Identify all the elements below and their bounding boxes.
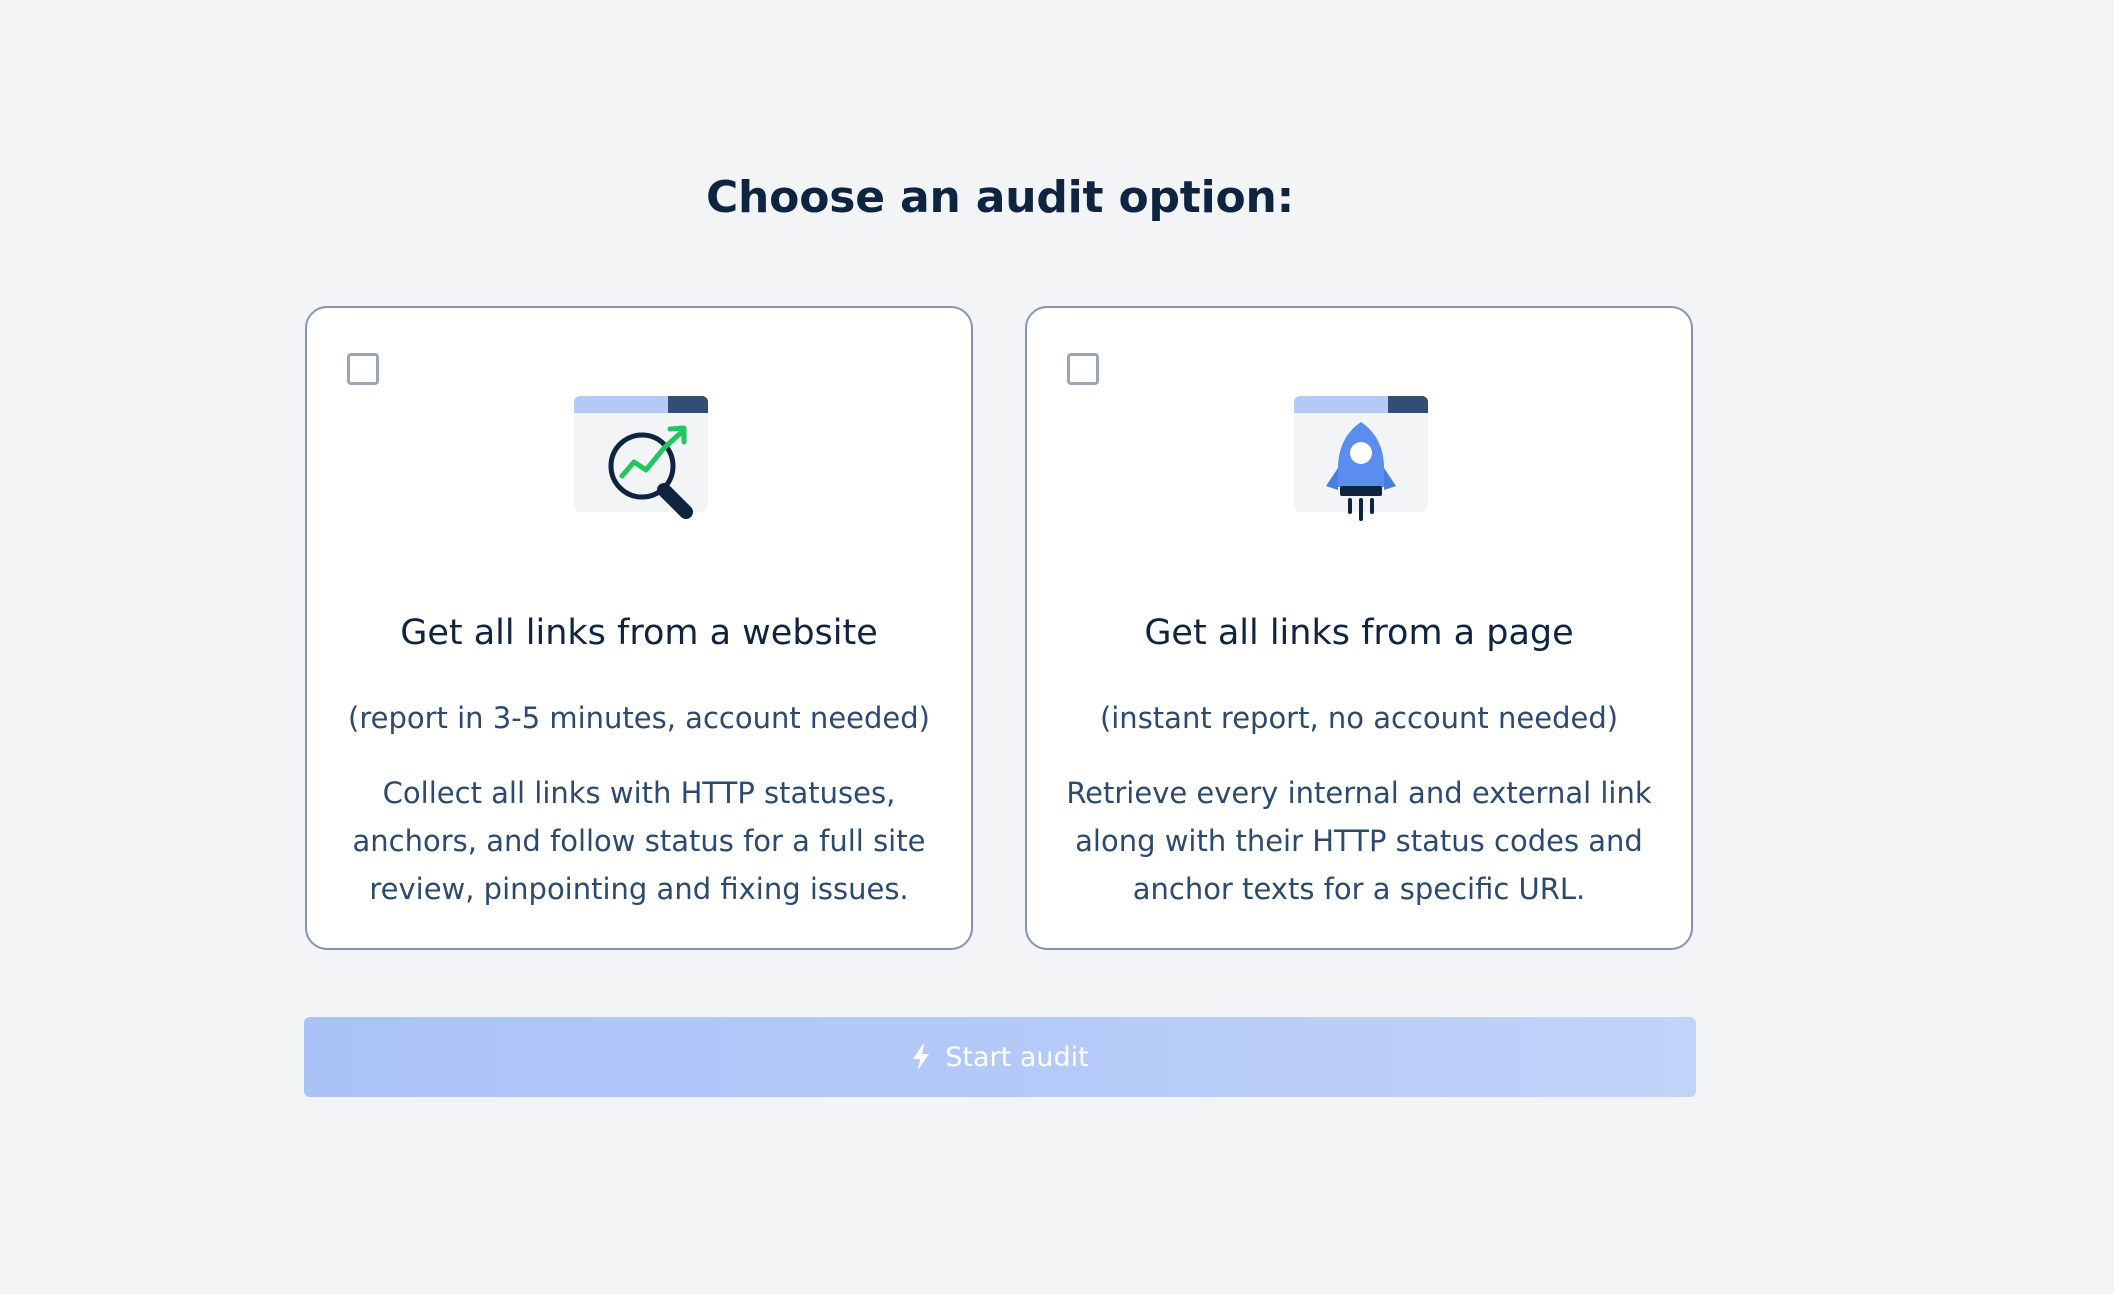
page-option-checkbox[interactable] [1067, 353, 1099, 385]
website-option-checkbox[interactable] [347, 353, 379, 385]
audit-option-website[interactable]: Get all links from a website (report in … [305, 306, 973, 950]
description-line: review, pinpointing and fixing issues. [369, 872, 909, 906]
description-line: anchors, and follow status for a full si… [352, 824, 926, 858]
lightning-icon [913, 1044, 930, 1070]
option-subtitle: (report in 3-5 minutes, account needed) [348, 701, 930, 735]
description-line: anchor texts for a specific URL. [1132, 872, 1586, 906]
option-description: Retrieve every internal and external lin… [1057, 769, 1661, 913]
start-audit-label: Start audit [945, 1041, 1089, 1073]
option-description: Collect all links with HTTP statuses, an… [337, 769, 941, 913]
magnifier-growth-icon [574, 396, 708, 519]
description-line: Retrieve every internal and external lin… [1066, 776, 1652, 810]
audit-option-page[interactable]: Get all links from a page (instant repor… [1025, 306, 1693, 950]
rocket-icon [1294, 396, 1428, 521]
option-title: Get all links from a website [400, 613, 878, 653]
option-title: Get all links from a page [1144, 613, 1574, 653]
description-line: Collect all links with HTTP statuses, [382, 776, 896, 810]
description-line: along with their HTTP status codes and [1075, 824, 1643, 858]
option-subtitle: (instant report, no account needed) [1099, 701, 1619, 735]
start-audit-button[interactable]: Start audit [304, 1017, 1696, 1097]
page-title: Choose an audit option: [705, 172, 1295, 223]
